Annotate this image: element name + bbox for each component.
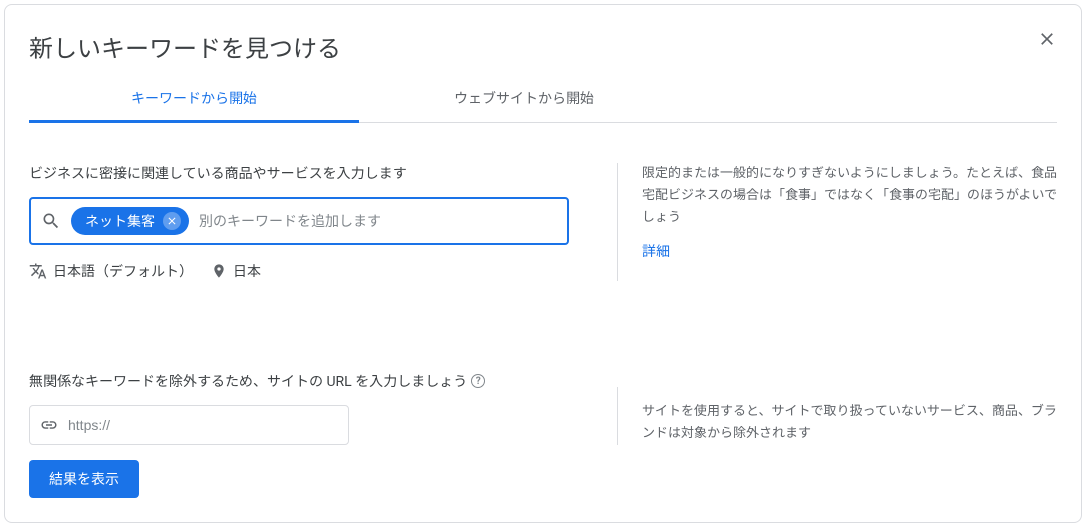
language-selector[interactable]: 日本語（デフォルト） bbox=[29, 261, 193, 281]
close-icon bbox=[1037, 29, 1057, 49]
tabs: キーワードから開始 ウェブサイトから開始 bbox=[29, 76, 1057, 123]
link-icon bbox=[40, 416, 58, 434]
close-button[interactable] bbox=[1037, 29, 1057, 49]
submit-button[interactable]: 結果を表示 bbox=[29, 460, 139, 498]
keyword-planner-dialog: 新しいキーワードを見つける キーワードから開始 ウェブサイトから開始 ビジネスに… bbox=[4, 4, 1082, 523]
location-icon bbox=[211, 263, 227, 279]
url-input[interactable] bbox=[68, 417, 338, 433]
help-icon[interactable]: ? bbox=[471, 374, 485, 388]
keyword-text-input[interactable] bbox=[199, 213, 557, 229]
keywords-label: ビジネスに密接に関連している商品やサービスを入力します bbox=[29, 163, 569, 183]
language-value: 日本語（デフォルト） bbox=[53, 261, 193, 281]
tab-start-website[interactable]: ウェブサイトから開始 bbox=[359, 76, 689, 122]
location-value: 日本 bbox=[233, 261, 261, 281]
translate-icon bbox=[29, 262, 47, 280]
search-icon bbox=[41, 211, 61, 231]
close-icon bbox=[166, 215, 178, 227]
chip-label: ネット集客 bbox=[85, 211, 155, 231]
keyword-chip: ネット集客 bbox=[71, 207, 189, 235]
learn-more-link[interactable]: 詳細 bbox=[642, 241, 670, 261]
url-section-label: 無関係なキーワードを除外するため、サイトの URL を入力しましょう bbox=[29, 371, 467, 391]
keywords-hint: 限定的または一般的になりすぎないようにしましょう。たとえば、食品宅配ビジネスの場… bbox=[642, 163, 1057, 229]
keyword-input-box[interactable]: ネット集客 bbox=[29, 197, 569, 245]
tab-start-keywords[interactable]: キーワードから開始 bbox=[29, 76, 359, 122]
url-input-box[interactable] bbox=[29, 405, 349, 445]
page-title: 新しいキーワードを見つける bbox=[29, 29, 341, 64]
location-selector[interactable]: 日本 bbox=[211, 261, 261, 281]
url-hint: サイトを使用すると、サイトで取り扱っていないサービス、商品、ブランドは対象から除… bbox=[642, 401, 1057, 445]
chip-remove-button[interactable] bbox=[163, 212, 181, 230]
